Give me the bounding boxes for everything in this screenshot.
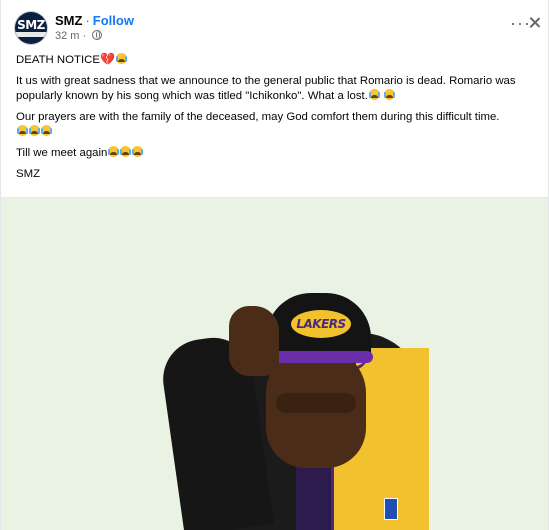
post-timestamp[interactable]: 32 m (55, 30, 79, 42)
crying-face-icon (41, 125, 52, 136)
post-meta: 32 m · (55, 30, 103, 43)
post-paragraph-1: DEATH NOTICE💔 (16, 52, 541, 68)
name-separator: · (85, 13, 90, 28)
avatar-logo-bar (15, 32, 47, 37)
globe-icon (92, 30, 103, 40)
post-paragraph-3: Our prayers are with the family of the d… (16, 110, 541, 140)
announcement-text: It us with great sadness that we announc… (16, 75, 516, 102)
avatar-logo-text: SMZ (17, 18, 45, 32)
face-shadow (276, 393, 356, 413)
crying-face-icon (29, 125, 40, 136)
post-photo[interactable]: LAKERS (1, 197, 548, 530)
post-paragraph-2: It us with great sadness that we announc… (16, 74, 541, 104)
post-header: SMZ SMZ · Follow 32 m · ··· (1, 0, 548, 48)
hand-on-cap (229, 306, 279, 376)
post-text: DEATH NOTICE💔 It us with great sadness t… (16, 52, 541, 188)
cap-brim (263, 351, 373, 363)
jersey-logo-icon (384, 498, 398, 520)
page-avatar[interactable]: SMZ (15, 12, 47, 44)
facebook-post: SMZ SMZ · Follow 32 m · ··· DEATH NOTICE💔 … (0, 0, 549, 530)
crying-face-icon (368, 89, 380, 100)
crying-face-icon (17, 125, 28, 136)
prayers-text: Our prayers are with the family of the d… (16, 111, 500, 123)
post-paragraph-5: SMZ (16, 167, 541, 182)
crying-face-icon (108, 146, 120, 157)
name-line: SMZ · Follow (55, 13, 134, 29)
farewell-text: Till we meet again (16, 147, 108, 159)
lakers-cap-logo: LAKERS (291, 310, 351, 338)
death-notice-text: DEATH NOTICE (16, 54, 100, 66)
signature-text: SMZ (16, 168, 41, 180)
crying-face-icon (132, 146, 144, 157)
follow-button[interactable]: Follow (93, 13, 134, 28)
meta-separator: · (82, 30, 87, 42)
page-name-link[interactable]: SMZ (55, 13, 82, 28)
crying-face-icon (120, 146, 132, 157)
crying-face-icon (115, 53, 127, 64)
post-paragraph-4: Till we meet again (16, 146, 541, 161)
broken-heart-icon: 💔 (99, 52, 115, 66)
crying-face-icon (384, 89, 396, 100)
close-icon[interactable] (526, 14, 544, 32)
